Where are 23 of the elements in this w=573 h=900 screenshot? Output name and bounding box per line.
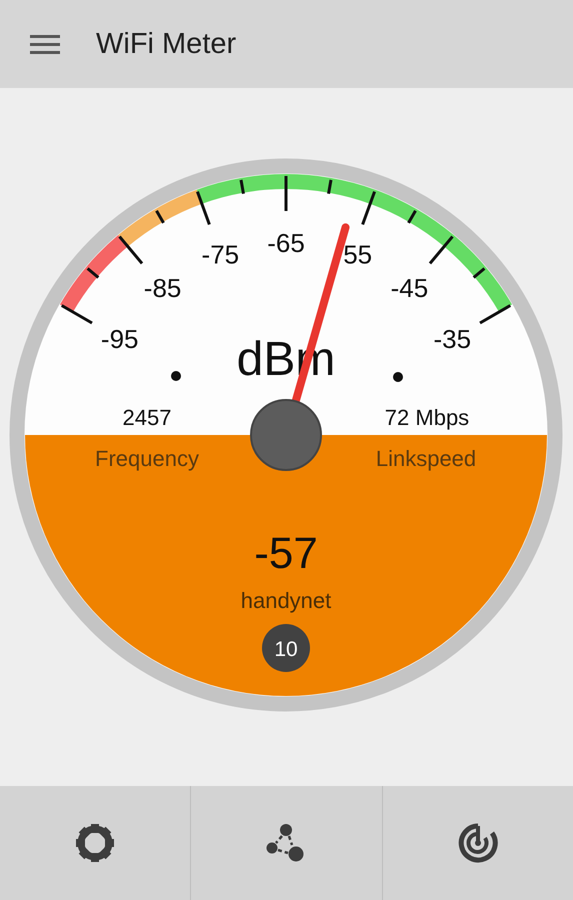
linkspeed-label: Linkspeed bbox=[376, 446, 476, 471]
scale-label: -65 bbox=[267, 228, 305, 258]
needle-hub bbox=[250, 399, 322, 471]
channel-number: 10 bbox=[274, 638, 298, 661]
scale-label: 55 bbox=[343, 240, 372, 270]
network-nodes-icon bbox=[266, 823, 306, 863]
dot-mark bbox=[393, 372, 403, 382]
scale-label: -35 bbox=[434, 324, 472, 354]
frequency-label: Frequency bbox=[95, 446, 199, 471]
scale-label: -85 bbox=[144, 272, 182, 303]
linkspeed-value: 72 Mbps bbox=[384, 405, 470, 430]
settings-icon bbox=[75, 823, 116, 863]
scale-label: -75 bbox=[202, 240, 240, 270]
scale-label: -45 bbox=[390, 272, 428, 303]
scale-label: -95 bbox=[100, 324, 138, 354]
channel-badge bbox=[262, 624, 310, 672]
signal-value: -57 bbox=[254, 529, 318, 578]
frequency-value: 2457 bbox=[122, 405, 172, 430]
network-name: handynet bbox=[240, 588, 332, 613]
dot-mark bbox=[171, 371, 181, 381]
menu-icon[interactable] bbox=[30, 34, 60, 54]
app-title: WiFi Meter bbox=[96, 28, 236, 60]
radar-icon bbox=[458, 823, 498, 863]
